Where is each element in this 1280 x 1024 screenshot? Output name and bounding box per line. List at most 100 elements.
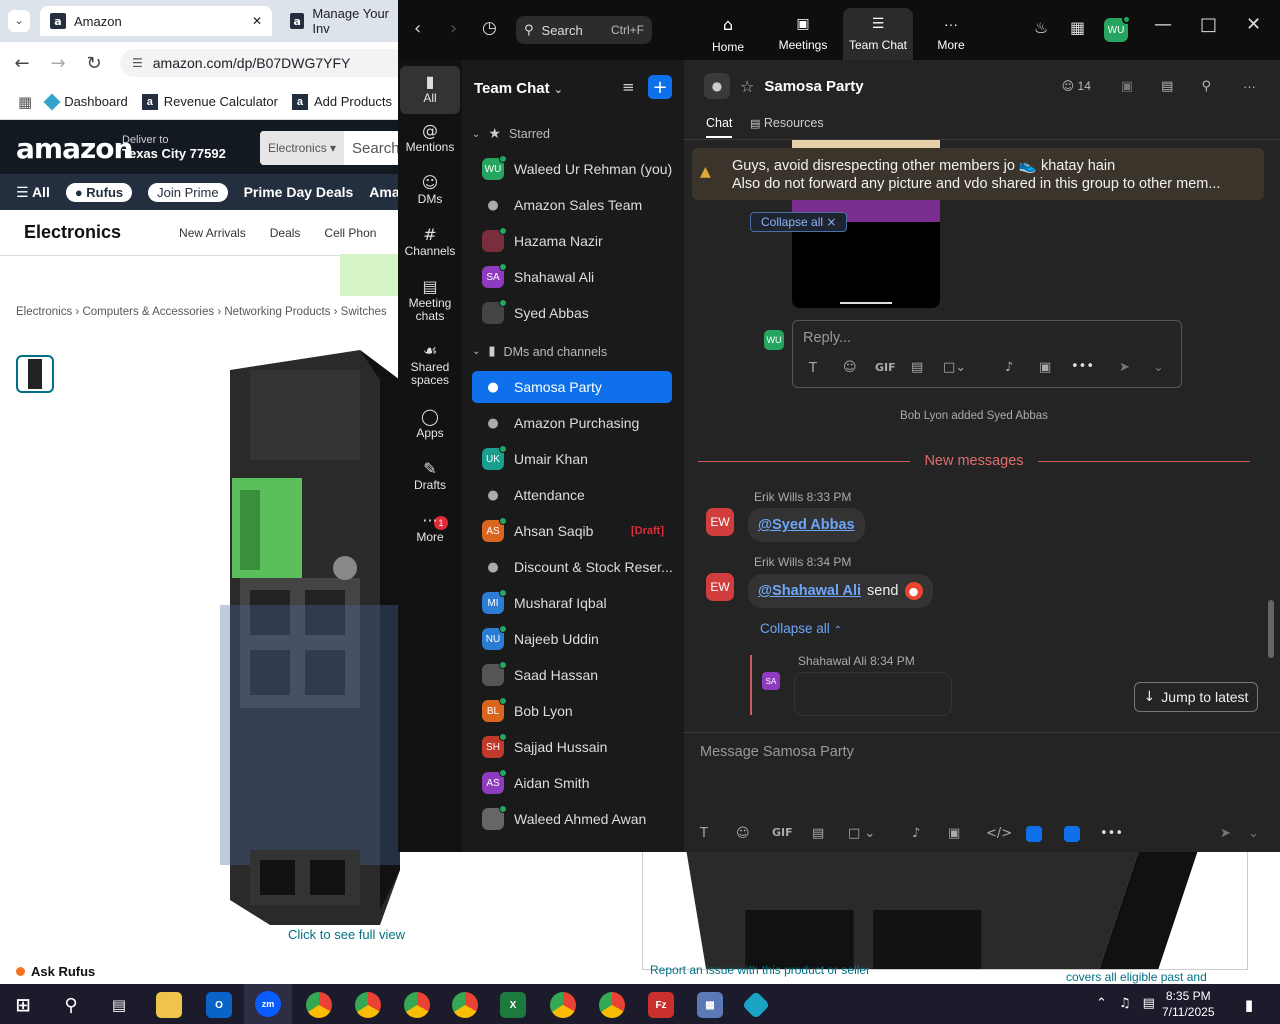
forward-arrow-icon[interactable]: › xyxy=(450,18,457,39)
video-off-icon[interactable]: ▣ xyxy=(1121,79,1133,94)
message-author[interactable]: Erik Wills xyxy=(754,490,803,504)
sidebar-item[interactable]: WU Waleed Ur Rehman (you) xyxy=(472,153,672,185)
mention-link[interactable]: @Shahawal Ali xyxy=(758,583,861,599)
sidebar-item[interactable]: MI Musharaf Iqbal xyxy=(472,587,672,619)
message-author[interactable]: Shahawal Ali xyxy=(798,654,867,668)
dms-section-header[interactable]: ⌄ ▮ DMs and channels xyxy=(472,344,607,359)
tab-resources[interactable]: ▤ Resources xyxy=(750,116,824,130)
apps-grid-icon[interactable]: ▦ xyxy=(18,93,32,111)
rail-channels[interactable]: # Channels xyxy=(400,227,460,258)
sidebar-item[interactable]: Waleed Ahmed Awan xyxy=(472,803,672,835)
top-nav-more[interactable]: ··· More xyxy=(916,8,986,60)
subnav-deals[interactable]: Deals xyxy=(270,226,301,240)
gif-icon[interactable]: GIF xyxy=(772,826,793,839)
rail-drafts[interactable]: ✎ Drafts xyxy=(400,461,460,492)
site-info-icon[interactable]: ☰ xyxy=(132,56,143,70)
sidebar-item[interactable]: AS Aidan Smith xyxy=(472,767,672,799)
bookmark-revenue-calculator[interactable]: a Revenue Calculator xyxy=(141,93,278,110)
avatar[interactable]: EW xyxy=(706,508,734,536)
notifications-icon[interactable]: ▮ xyxy=(1236,992,1262,1018)
rail-apps[interactable]: ◯ Apps xyxy=(400,409,460,440)
nav-join-prime[interactable]: Join Prime xyxy=(148,182,228,202)
chat-scrollbar[interactable] xyxy=(1268,600,1274,658)
sidebar-item[interactable]: NU Najeeb Uddin xyxy=(472,623,672,655)
sidebar-item[interactable]: SA Shahawal Ali xyxy=(472,261,672,293)
file-icon[interactable]: ▤ xyxy=(911,360,923,375)
ask-rufus-button[interactable]: Ask Rufus xyxy=(16,964,95,979)
sidebar-item[interactable]: AS Ahsan Saqib [Draft] xyxy=(472,515,672,547)
windows-start-icon[interactable]: ⊞ xyxy=(10,992,36,1018)
back-arrow-icon[interactable]: ← xyxy=(4,53,40,74)
tab-search-icon[interactable]: ⌄ xyxy=(8,10,30,32)
search-category-select[interactable]: Electronics ▾ xyxy=(260,131,345,165)
avatar[interactable]: EW xyxy=(706,573,734,601)
subnav-cell-phones[interactable]: Cell Phon xyxy=(324,226,376,240)
more-icon[interactable]: ••• xyxy=(1100,826,1123,841)
chrome-icon[interactable] xyxy=(404,992,430,1018)
reply-input[interactable]: Reply... xyxy=(803,330,851,346)
app-icon[interactable] xyxy=(1026,826,1042,842)
message-bubble[interactable]: @Syed Abbas xyxy=(748,508,865,542)
browser-tab-manage-inventory[interactable]: a Manage Your Inv xyxy=(280,6,410,36)
more-icon[interactable]: ••• xyxy=(1071,359,1094,374)
excel-icon[interactable]: X xyxy=(500,992,526,1018)
chevron-down-icon[interactable]: ⌄ xyxy=(1153,360,1164,375)
top-nav-team-chat[interactable]: ☰ Team Chat xyxy=(843,8,913,60)
zoom-search-input[interactable]: ⚲ Search Ctrl+F xyxy=(516,16,652,44)
maximize-icon[interactable]: □ xyxy=(1200,14,1217,35)
channel-name[interactable]: Samosa Party xyxy=(764,78,863,95)
filter-icon[interactable]: ≡ xyxy=(622,78,635,96)
thread-reply-box[interactable]: Reply... T ☺ GIF ▤ □⌄ ♪ ▣ ••• ➤ ⌄ xyxy=(792,320,1182,388)
file-icon[interactable]: ▤ xyxy=(812,826,824,841)
chevron-up-icon[interactable]: ⌃ xyxy=(1096,996,1107,1011)
jump-to-latest-button[interactable]: ↓ Jump to latest xyxy=(1134,682,1258,712)
network-icon[interactable]: ▤ xyxy=(1143,996,1155,1011)
browser-tab-amazon[interactable]: a Amazon ✕ xyxy=(40,6,272,36)
task-view-icon[interactable]: ▤ xyxy=(106,992,132,1018)
chrome-icon[interactable] xyxy=(550,992,576,1018)
avatar[interactable]: SA xyxy=(762,672,780,690)
tab-chat[interactable]: Chat xyxy=(706,116,733,138)
sidebar-item[interactable]: ● Discount & Stock Reser... xyxy=(472,551,672,583)
subnav-title[interactable]: Electronics xyxy=(24,222,121,243)
sidebar-item[interactable]: UK Umair Khan xyxy=(472,443,672,475)
thread-reply-bubble[interactable] xyxy=(794,672,952,716)
thread-collapse-all-button[interactable]: Collapse all ⌃ xyxy=(760,621,842,636)
bookmark-dashboard[interactable]: Dashboard xyxy=(43,93,128,110)
see-full-view-link[interactable]: Click to see full view xyxy=(288,927,405,942)
text-format-icon[interactable]: T xyxy=(809,361,817,376)
chrome-icon[interactable] xyxy=(599,992,625,1018)
sidebar-item[interactable]: BL Bob Lyon xyxy=(472,695,672,727)
calendar-icon[interactable]: ▦ xyxy=(1070,18,1085,37)
sidebar-item[interactable]: ● Amazon Sales Team xyxy=(472,189,672,221)
members-button[interactable]: ☺ 14 xyxy=(1062,79,1091,93)
taskbar-zoom-active[interactable]: zm xyxy=(244,984,292,1024)
new-chat-button[interactable]: + xyxy=(648,75,672,99)
star-outline-icon[interactable]: ☆ xyxy=(740,77,754,96)
chevron-down-icon[interactable]: ⌄ xyxy=(1248,826,1259,841)
sidebar-item[interactable]: SH Sajjad Hussain xyxy=(472,731,672,763)
product-image[interactable] xyxy=(210,350,400,925)
rail-shared-spaces[interactable]: ☙ Shared spaces xyxy=(400,343,460,387)
nav-prime-day-deals[interactable]: Prime Day Deals xyxy=(244,184,354,200)
file-explorer-icon[interactable] xyxy=(156,992,182,1018)
calculator-icon[interactable]: ▦ xyxy=(697,992,723,1018)
code-snippet-icon[interactable]: </> xyxy=(986,826,1012,841)
message-bubble[interactable]: @Shahawal Ali send ● xyxy=(748,574,933,608)
more-options-icon[interactable]: ··· xyxy=(1243,79,1256,94)
minimize-icon[interactable]: — xyxy=(1154,14,1172,35)
protection-plan-text[interactable]: covers all eligible past and xyxy=(1066,970,1207,984)
history-icon[interactable]: ◷ xyxy=(482,18,497,38)
text-format-icon[interactable]: T xyxy=(700,826,708,841)
starred-section-header[interactable]: ⌄ ★ Starred xyxy=(472,126,550,142)
chrome-icon[interactable] xyxy=(452,992,478,1018)
top-nav-meetings[interactable]: ▣ Meetings xyxy=(768,8,838,60)
amazon-logo[interactable]: amazon xyxy=(16,132,133,165)
gif-icon[interactable]: GIF xyxy=(875,361,896,374)
reload-icon[interactable]: ↻ xyxy=(76,53,112,74)
video-message-icon[interactable]: ▣ xyxy=(1039,360,1051,375)
promo-banner[interactable] xyxy=(340,254,400,296)
sidebar-item[interactable]: Syed Abbas xyxy=(472,297,672,329)
forward-arrow-icon[interactable]: → xyxy=(40,53,76,74)
rail-meeting-chats[interactable]: ▤ Meeting chats xyxy=(400,279,460,323)
